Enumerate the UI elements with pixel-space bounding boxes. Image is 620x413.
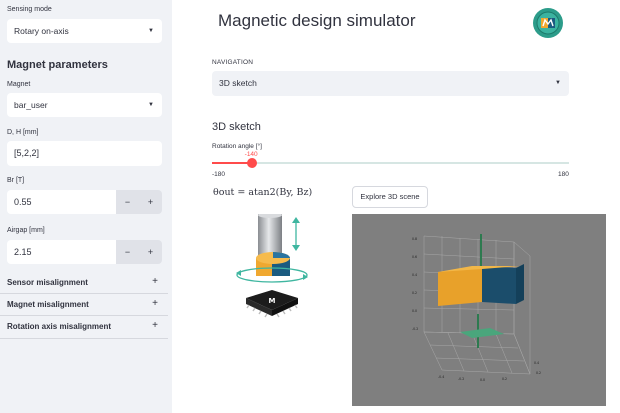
rotation-angle-slider-thumb[interactable] [246,158,257,168]
svg-text:0.4: 0.4 [412,273,417,277]
svg-text:0.2: 0.2 [536,371,541,375]
svg-text:-0.2: -0.2 [458,377,464,381]
svg-text:0.4: 0.4 [534,361,539,365]
expander-label: Magnet misalignment [7,300,89,309]
plus-icon: + [152,320,158,331]
expander-rotation-axis-misalignment[interactable]: Rotation axis misalignment + [0,316,172,338]
navigation-value: 3D sketch [219,78,257,88]
angle-formula: θout = atan2(By, Bz) [213,187,313,198]
magnet-sensor-illustration: M [236,214,308,318]
svg-text:-0.2: -0.2 [412,327,418,331]
svg-text:0.8: 0.8 [412,237,417,241]
svg-text:-0.4: -0.4 [438,375,444,379]
br-label: Br [T] [7,177,25,184]
expander-sensor-misalignment[interactable]: Sensor misalignment + [0,272,172,294]
airgap-increment-button[interactable]: + [139,240,162,264]
dh-label: D, H [mm] [7,129,39,136]
sensing-mode-value: Rotary on-axis [14,26,69,36]
airgap-number-input: 2.15 − + [7,240,162,264]
expander-magnet-misalignment[interactable]: Magnet misalignment + [0,294,172,316]
magnet-parameters-title: Magnet parameters [7,59,108,71]
expander-label: Rotation axis misalignment [7,322,112,331]
dh-input[interactable]: [5,2,2] [7,141,162,166]
airgap-label: Airgap [mm] [7,227,45,234]
3d-scene-plot[interactable]: 0.8 0.6 0.4 0.2 0.0 -0.2 -0.4 -0.2 0.0 0.2 0.4 0… [352,214,606,406]
slider-max-label: 180 [558,171,569,178]
svg-text:0.2: 0.2 [412,291,417,295]
svg-text:0.0: 0.0 [480,378,485,382]
navigation-label: NAVIGATION [212,59,254,66]
br-number-input: 0.55 − + [7,190,162,214]
br-increment-button[interactable]: + [139,190,162,214]
slider-fill [212,162,252,164]
expander-label: Sensor misalignment [7,278,88,287]
magnet-logo-icon [533,8,563,38]
plus-icon: + [152,298,158,309]
divider [0,338,168,339]
br-input[interactable]: 0.55 [7,190,116,214]
magnet-value: bar_user [14,100,48,110]
slider-min-label: -180 [212,171,226,178]
magnet-label: Magnet [7,81,31,88]
navigation-select[interactable]: 3D sketch ▼ [212,71,569,96]
svg-text:0.6: 0.6 [412,255,417,259]
plus-icon: + [152,276,158,287]
svg-text:0.2: 0.2 [502,377,507,381]
sensing-mode-select[interactable]: Rotary on-axis ▼ [7,19,162,43]
explore-3d-scene-button[interactable]: Explore 3D scene [352,186,428,208]
sidebar: Sensing mode Rotary on-axis ▼ Magnet par… [0,0,172,413]
svg-text:0.0: 0.0 [412,309,417,313]
section-heading: 3D sketch [212,121,261,133]
br-decrement-button[interactable]: − [116,190,139,214]
page-title: Magnetic design simulator [218,11,416,30]
caret-down-icon: ▼ [148,102,154,108]
airgap-input[interactable]: 2.15 [7,240,116,264]
rotation-angle-label: Rotation angle [°] [212,143,262,150]
caret-down-icon: ▼ [148,28,154,34]
magnet-select[interactable]: bar_user ▼ [7,93,162,117]
caret-down-icon: ▼ [555,80,561,86]
sensing-mode-label: Sensing mode [7,6,52,13]
rotation-angle-slider-track[interactable] [212,162,569,164]
rotation-angle-value: -140 [244,151,258,158]
airgap-decrement-button[interactable]: − [116,240,139,264]
svg-text:M: M [269,297,276,305]
